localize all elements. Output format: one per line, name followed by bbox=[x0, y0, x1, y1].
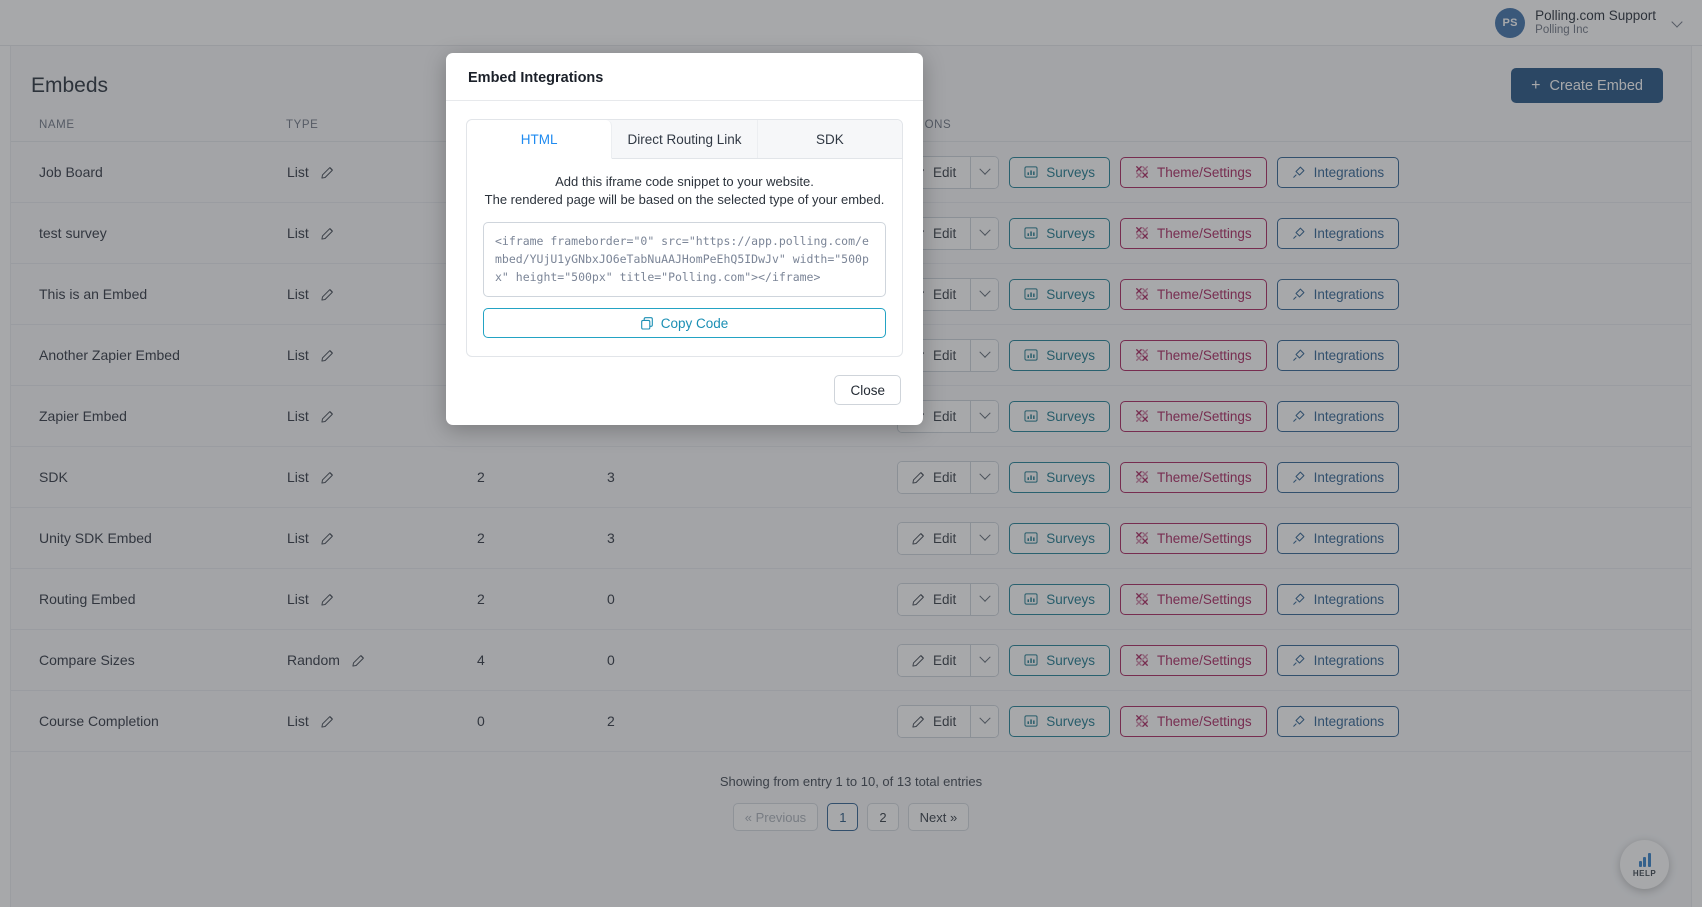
tab-list: HTML Direct Routing Link SDK bbox=[467, 120, 902, 159]
tab-direct-routing-link[interactable]: Direct Routing Link bbox=[612, 120, 758, 158]
copy-code-button[interactable]: Copy Code bbox=[483, 308, 886, 339]
copy-code-label: Copy Code bbox=[660, 315, 729, 331]
tab-sdk[interactable]: SDK bbox=[758, 120, 902, 158]
tab-html[interactable]: HTML bbox=[467, 120, 613, 159]
modal-header: Embed Integrations bbox=[446, 53, 923, 101]
app-root: PS Polling.com Support Polling Inc Embed… bbox=[0, 0, 1702, 907]
tab-panel-html: Add this iframe code snippet to your web… bbox=[467, 159, 902, 356]
copy-icon bbox=[640, 316, 653, 330]
modal-body: HTML Direct Routing Link SDK Add this if… bbox=[446, 101, 923, 371]
modal-footer: Close bbox=[446, 371, 923, 425]
hint-line-2: The rendered page will be based on the s… bbox=[484, 192, 885, 208]
hint-line-1: Add this iframe code snippet to your web… bbox=[555, 174, 814, 189]
close-button[interactable]: Close bbox=[834, 375, 901, 406]
modal-title: Embed Integrations bbox=[468, 70, 604, 86]
embed-code-snippet[interactable]: <iframe frameborder="0" src="https://app… bbox=[483, 221, 886, 298]
tab-card: HTML Direct Routing Link SDK Add this if… bbox=[466, 119, 903, 358]
embed-integrations-modal: Embed Integrations HTML Direct Routing L… bbox=[446, 53, 923, 426]
